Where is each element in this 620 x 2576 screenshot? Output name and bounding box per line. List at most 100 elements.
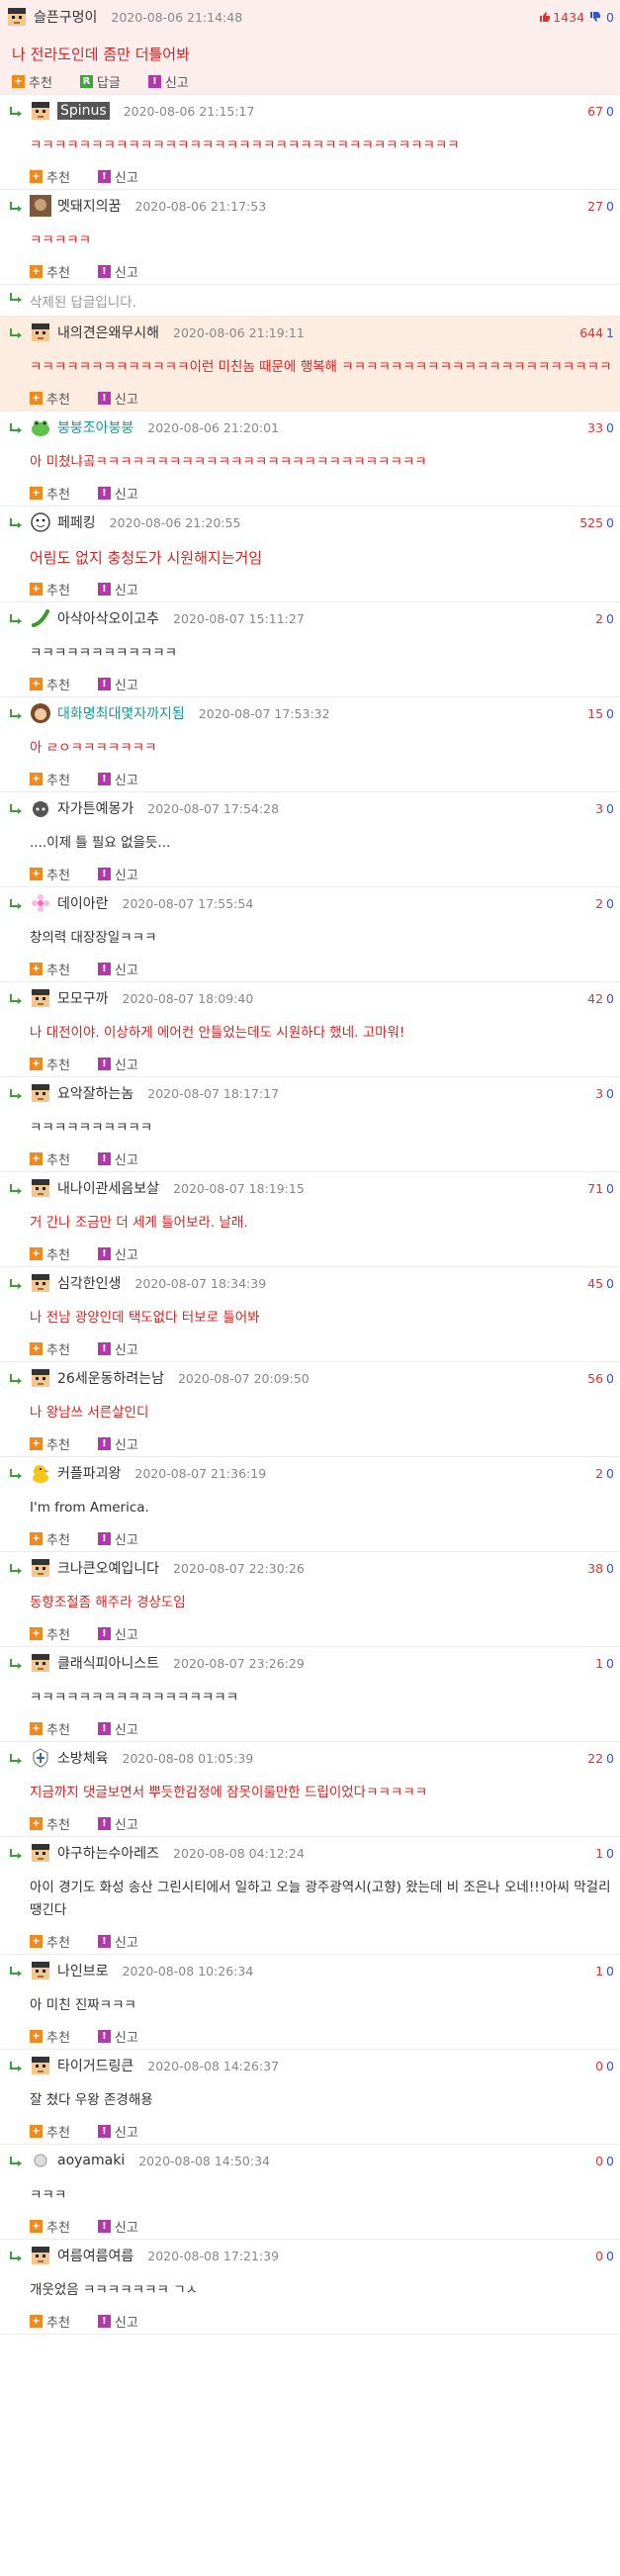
reply-nickname[interactable]: 크나큰오예입니다 xyxy=(57,1558,159,1578)
pixel-avatar-icon[interactable] xyxy=(30,1177,51,1199)
reply-upvotes[interactable]: 45 xyxy=(587,1276,603,1291)
recommend-button[interactable]: + 추천 xyxy=(30,675,70,693)
report-button[interactable]: ! 신고 xyxy=(97,262,138,281)
reply-nickname[interactable]: 여름여름여름 xyxy=(57,2246,133,2265)
flower-avatar-icon[interactable] xyxy=(30,892,51,914)
recommend-button[interactable]: + 추천 xyxy=(30,865,70,883)
reply-nickname[interactable]: 멧돼지의꿈 xyxy=(57,196,121,216)
reply-upvotes[interactable]: 15 xyxy=(587,706,603,721)
recommend-button[interactable]: + 추천 xyxy=(12,72,52,91)
reply-nickname[interactable]: 클래식피아니스트 xyxy=(57,1653,159,1673)
reply-upvotes[interactable]: 1 xyxy=(595,1846,603,1861)
report-button[interactable]: ! 신고 xyxy=(97,389,138,408)
girl-avatar-icon[interactable] xyxy=(30,702,51,724)
report-button[interactable]: ! 신고 xyxy=(97,1055,138,1073)
reply-upvotes[interactable]: 1 xyxy=(595,1964,603,1978)
reply-downvotes[interactable]: 0 xyxy=(606,420,614,435)
report-button[interactable]: ! 신고 xyxy=(97,1150,138,1168)
reply-nickname[interactable]: 심각한인생 xyxy=(57,1273,121,1293)
pixel-avatar-icon[interactable] xyxy=(6,6,28,28)
reply-downvotes[interactable]: 0 xyxy=(606,801,614,816)
reply-downvotes[interactable]: 0 xyxy=(606,1846,614,1861)
reply-upvotes[interactable]: 27 xyxy=(587,199,603,214)
reply-downvotes[interactable]: 0 xyxy=(606,611,614,626)
report-button[interactable]: ! 신고 xyxy=(97,580,138,598)
duck-avatar-icon[interactable] xyxy=(30,1462,51,1484)
reply-nickname[interactable]: 대화명최대몇자까지됨 xyxy=(57,703,185,723)
pixel-avatar-icon[interactable] xyxy=(30,1652,51,1674)
reply-upvotes[interactable]: 644 xyxy=(579,325,603,340)
reply-nickname[interactable]: 데이아란 xyxy=(57,893,109,913)
reply-downvotes[interactable]: 0 xyxy=(606,1371,614,1386)
recommend-button[interactable]: + 추천 xyxy=(30,960,70,978)
reply-downvotes[interactable]: 0 xyxy=(606,1466,614,1481)
reply-nickname[interactable]: 요악잘하는놈 xyxy=(57,1083,133,1103)
cat-avatar-icon[interactable] xyxy=(30,797,51,819)
recommend-button[interactable]: + 추천 xyxy=(30,580,70,598)
reply-upvotes[interactable]: 2 xyxy=(595,611,603,626)
recommend-button[interactable]: + 추천 xyxy=(30,1624,70,1643)
reply-nickname[interactable]: 페페킹 xyxy=(57,512,96,532)
reply-downvotes[interactable]: 0 xyxy=(606,706,614,721)
top-comment-nickname[interactable]: 슬픈구멍이 xyxy=(34,7,97,27)
recommend-button[interactable]: + 추천 xyxy=(30,2217,70,2236)
reply-nickname[interactable]: 내의견은왜무시해 xyxy=(57,322,159,342)
reply-nickname[interactable]: 나인브로 xyxy=(57,1961,109,1980)
reply-upvotes[interactable]: 0 xyxy=(595,2249,603,2263)
recommend-button[interactable]: + 추천 xyxy=(30,1150,70,1168)
reply-nickname[interactable]: 26세운동하려는남 xyxy=(57,1368,164,1388)
recommend-button[interactable]: + 추천 xyxy=(30,2312,70,2331)
recommend-button[interactable]: + 추천 xyxy=(30,167,70,186)
reply-nickname[interactable]: 커플파괴왕 xyxy=(57,1463,121,1483)
reply-nickname[interactable]: Spinus xyxy=(57,102,110,120)
recommend-button[interactable]: + 추천 xyxy=(30,1814,70,1833)
reply-nickname[interactable]: aoyamaki xyxy=(57,2153,125,2168)
reply-nickname[interactable]: 아삭아삭오이고추 xyxy=(57,608,159,628)
recommend-button[interactable]: + 추천 xyxy=(30,262,70,281)
recommend-button[interactable]: + 추천 xyxy=(30,2027,70,2046)
reply-upvotes[interactable]: 525 xyxy=(579,515,603,530)
reply-downvotes[interactable]: 0 xyxy=(606,896,614,911)
recommend-button[interactable]: + 추천 xyxy=(30,1719,70,1738)
reply-nickname[interactable]: 모모구까 xyxy=(57,988,109,1008)
reply-downvotes[interactable]: 0 xyxy=(606,1086,614,1101)
report-button[interactable]: ! 신고 xyxy=(97,1244,138,1263)
report-button[interactable]: ! 신고 xyxy=(97,1624,138,1643)
report-button[interactable]: ! 신고 xyxy=(97,2027,138,2046)
reply-nickname[interactable]: 붕붕조아붕붕 xyxy=(57,417,133,437)
report-button[interactable]: ! 신고 xyxy=(97,960,138,978)
pixel-avatar-icon[interactable] xyxy=(30,1960,51,1981)
pixel-avatar-icon[interactable] xyxy=(30,1272,51,1294)
recommend-button[interactable]: + 추천 xyxy=(30,1339,70,1358)
reply-upvotes[interactable]: 42 xyxy=(587,991,603,1006)
recommend-button[interactable]: + 추천 xyxy=(30,1932,70,1951)
report-button[interactable]: ! 신고 xyxy=(147,72,189,91)
small-avatar-icon[interactable] xyxy=(30,2150,51,2171)
photo-avatar-icon[interactable] xyxy=(30,195,51,217)
reply-downvotes[interactable]: 0 xyxy=(606,515,614,530)
reply-upvotes[interactable]: 2 xyxy=(595,1466,603,1481)
report-button[interactable]: ! 신고 xyxy=(97,2217,138,2236)
recommend-button[interactable]: + 추천 xyxy=(30,2122,70,2141)
report-button[interactable]: ! 신고 xyxy=(97,167,138,186)
reply-upvotes[interactable]: 33 xyxy=(587,420,603,435)
reply-downvotes[interactable]: 0 xyxy=(606,1561,614,1576)
reply-downvotes[interactable]: 0 xyxy=(606,2249,614,2263)
pixel-avatar-icon[interactable] xyxy=(30,322,51,343)
reply-upvotes[interactable]: 3 xyxy=(595,1086,603,1101)
reply-upvotes[interactable]: 0 xyxy=(595,2059,603,2073)
reply-upvotes[interactable]: 22 xyxy=(587,1751,603,1766)
emblem-avatar-icon[interactable] xyxy=(30,1747,51,1769)
reply-downvotes[interactable]: 1 xyxy=(606,325,614,340)
recommend-button[interactable]: + 추천 xyxy=(30,484,70,503)
pepper-avatar-icon[interactable] xyxy=(30,607,51,629)
reply-nickname[interactable]: 내나이관세음보살 xyxy=(57,1178,159,1198)
reply-downvotes[interactable]: 0 xyxy=(606,104,614,119)
report-button[interactable]: ! 신고 xyxy=(97,1932,138,1951)
pixel-avatar-icon[interactable] xyxy=(30,100,51,122)
report-button[interactable]: ! 신고 xyxy=(97,1814,138,1833)
reply-nickname[interactable]: 야구하는수아레즈 xyxy=(57,1843,159,1863)
reply-downvotes[interactable]: 0 xyxy=(606,1181,614,1196)
report-button[interactable]: ! 신고 xyxy=(97,1719,138,1738)
recommend-button[interactable]: + 추천 xyxy=(30,770,70,788)
